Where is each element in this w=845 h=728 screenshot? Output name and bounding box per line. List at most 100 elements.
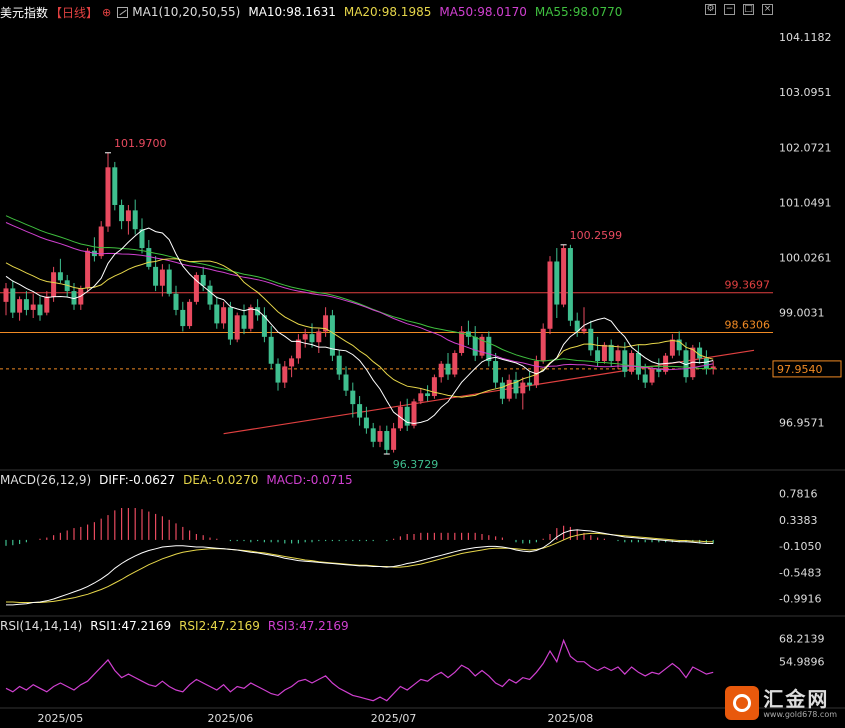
candle-body [30, 304, 36, 310]
candle-body [486, 336, 492, 362]
ma10-value: MA10:98.1631 [248, 5, 336, 19]
x-axis-label: 2025/07 [371, 712, 417, 725]
symbol-name: 美元指数 [0, 5, 49, 20]
x-axis-label: 2025/06 [208, 712, 254, 725]
candle-body [146, 248, 152, 267]
candle-body [588, 328, 594, 351]
candle-body [241, 315, 247, 329]
candle-body [173, 293, 179, 310]
minimize-icon[interactable]: − [724, 4, 735, 15]
candle-body [608, 344, 614, 362]
candle-body [629, 352, 635, 372]
candle-body [445, 363, 451, 375]
high-price-label: 101.9700 [114, 137, 167, 150]
rsi-y-tick: 54.9896 [779, 656, 825, 669]
candle-body [17, 299, 23, 313]
candle-body [377, 431, 383, 442]
candle-body [649, 369, 655, 383]
candle-body [540, 328, 546, 362]
ma10-line [5, 227, 714, 425]
candle-body [635, 352, 641, 375]
x-axis-label: 2025/05 [38, 712, 84, 725]
candle-body [431, 377, 437, 397]
candle-body [248, 307, 254, 329]
candle-body [384, 431, 390, 450]
rsi-y-tick: 68.2139 [779, 632, 825, 645]
candle-body [391, 428, 397, 450]
macd-dea-line [6, 532, 714, 603]
candle-body [547, 261, 553, 329]
resistance-upper-label: 99.3697 [725, 279, 771, 292]
period-selector[interactable]: 【日线】 [50, 4, 98, 21]
candle-body [207, 285, 213, 305]
candle-body [166, 269, 172, 294]
close-icon[interactable]: × [762, 4, 773, 15]
candle-body [180, 309, 186, 327]
rsi-line [5, 638, 714, 702]
candle-body [350, 390, 356, 405]
gold678-logo-icon [725, 686, 760, 720]
ma55-value: MA55:98.0770 [534, 5, 623, 19]
candle-body [642, 374, 648, 383]
candle-body [51, 272, 57, 297]
low-price-label: 96.3729 [393, 458, 439, 471]
candle-body [493, 361, 499, 383]
rsi2-value: RSI2:47.2169 [179, 619, 260, 633]
candle-body [119, 204, 125, 222]
main-y-tick: 96.9571 [779, 417, 825, 430]
ma50-line [5, 222, 714, 371]
settings-icon[interactable]: ⚙ [705, 4, 716, 15]
main-chart-header: 美元指数 【日线】 ⊕ MA1(10,20,50,55) MA10:98.163… [0, 0, 630, 24]
ma-label: MA1(10,20,50,55) [132, 5, 241, 19]
resistance-lower-label: 98.6306 [725, 318, 771, 331]
candle-body [418, 393, 424, 402]
candle-body [472, 336, 478, 356]
candle-body [595, 350, 601, 362]
crosshair-icon[interactable]: ⊕ [102, 6, 111, 19]
maximize-icon[interactable]: □ [743, 4, 754, 15]
candle-body [159, 269, 165, 286]
candle-body [289, 358, 295, 367]
high-price-label: 100.2599 [570, 229, 623, 242]
candle-body [411, 401, 417, 426]
candle-body [554, 261, 560, 305]
rsi3-value: RSI3:47.2169 [267, 619, 349, 633]
candle-body [23, 299, 29, 310]
candle-body [3, 288, 9, 302]
candle-body [357, 404, 363, 418]
watermark-name: 汇金网 [763, 686, 830, 711]
main-y-tick: 102.0721 [779, 141, 832, 154]
candle-body [363, 417, 369, 429]
candle-body [459, 331, 465, 353]
watermark-url: www.gold678.com [763, 709, 837, 719]
current-price-value: 97.9540 [777, 363, 823, 376]
candle-body [200, 274, 206, 286]
macd-y-tick: 0.7816 [779, 488, 818, 501]
candle-body [309, 334, 315, 343]
candle-body [221, 307, 227, 324]
candle-body [125, 210, 131, 222]
candle-body [615, 350, 621, 362]
candle-body [343, 374, 349, 391]
candle-body [370, 428, 376, 442]
candle-body [234, 315, 240, 340]
macd-value: MACD:-0.0715 [266, 473, 353, 487]
macd-y-tick: -0.5483 [779, 566, 821, 579]
candle-body [10, 288, 16, 313]
candle-body [520, 382, 526, 394]
main-y-tick: 100.0261 [779, 251, 832, 264]
candle-body [581, 328, 587, 332]
ma-chart-icon[interactable] [117, 6, 129, 18]
candle-body [452, 352, 458, 375]
candle-body [425, 393, 431, 397]
rsi-label: RSI(14,14,14) [0, 619, 83, 633]
ma20-value: MA20:98.1985 [343, 5, 432, 19]
main-y-tick: 103.0951 [779, 86, 832, 99]
rsi-header: RSI(14,14,14) RSI1:47.2169 RSI2:47.2169 … [0, 614, 357, 638]
candle-body [703, 358, 709, 370]
candle-body [85, 250, 91, 289]
candle-body [601, 344, 607, 362]
candle-body [316, 331, 322, 343]
candle-body [214, 304, 220, 324]
ma20-line [5, 258, 714, 398]
